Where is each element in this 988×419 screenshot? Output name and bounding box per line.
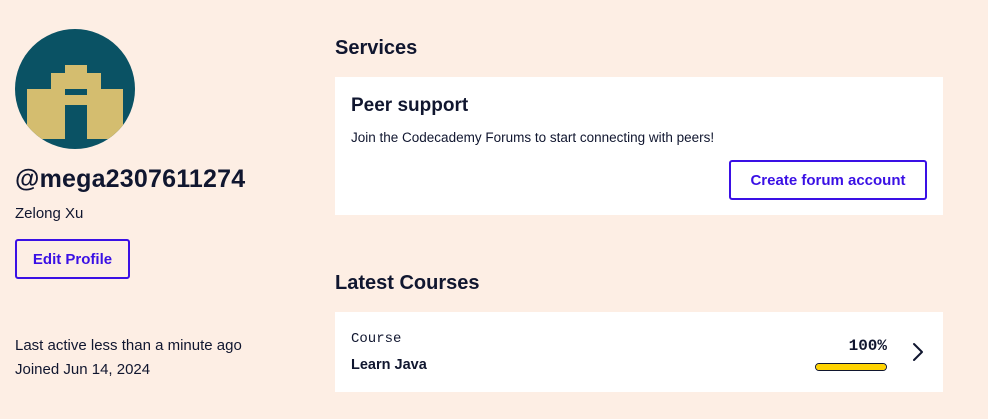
pixel-building-avatar-icon: [27, 65, 123, 139]
course-name: Learn Java: [351, 357, 427, 373]
latest-courses-heading: Latest Courses: [335, 272, 480, 294]
course-progress-bar: [815, 363, 887, 371]
course-type-label: Course: [351, 331, 402, 347]
services-heading: Services: [335, 37, 418, 59]
last-active-text: Last active less than a minute ago: [15, 337, 242, 354]
peer-support-card: Peer support Join the Codecademy Forums …: [335, 77, 943, 215]
profile-panel: @mega2307611274 Zelong Xu Edit Profile: [15, 29, 305, 279]
username: @mega2307611274: [15, 165, 246, 193]
peer-support-title: Peer support: [351, 95, 469, 116]
full-name: Zelong Xu: [15, 205, 84, 222]
course-card[interactable]: Course Learn Java 100%: [335, 312, 943, 392]
joined-date-text: Joined Jun 14, 2024: [15, 361, 151, 378]
chevron-right-icon[interactable]: [909, 342, 927, 362]
profile-meta: Last active less than a minute ago Joine…: [15, 334, 242, 382]
avatar: [15, 29, 135, 149]
edit-profile-button[interactable]: Edit Profile: [15, 239, 130, 279]
course-progress-fill: [816, 364, 886, 370]
create-forum-account-button[interactable]: Create forum account: [729, 160, 927, 200]
peer-support-description: Join the Codecademy Forums to start conn…: [351, 130, 715, 145]
course-progress-percent: 100%: [848, 337, 887, 355]
